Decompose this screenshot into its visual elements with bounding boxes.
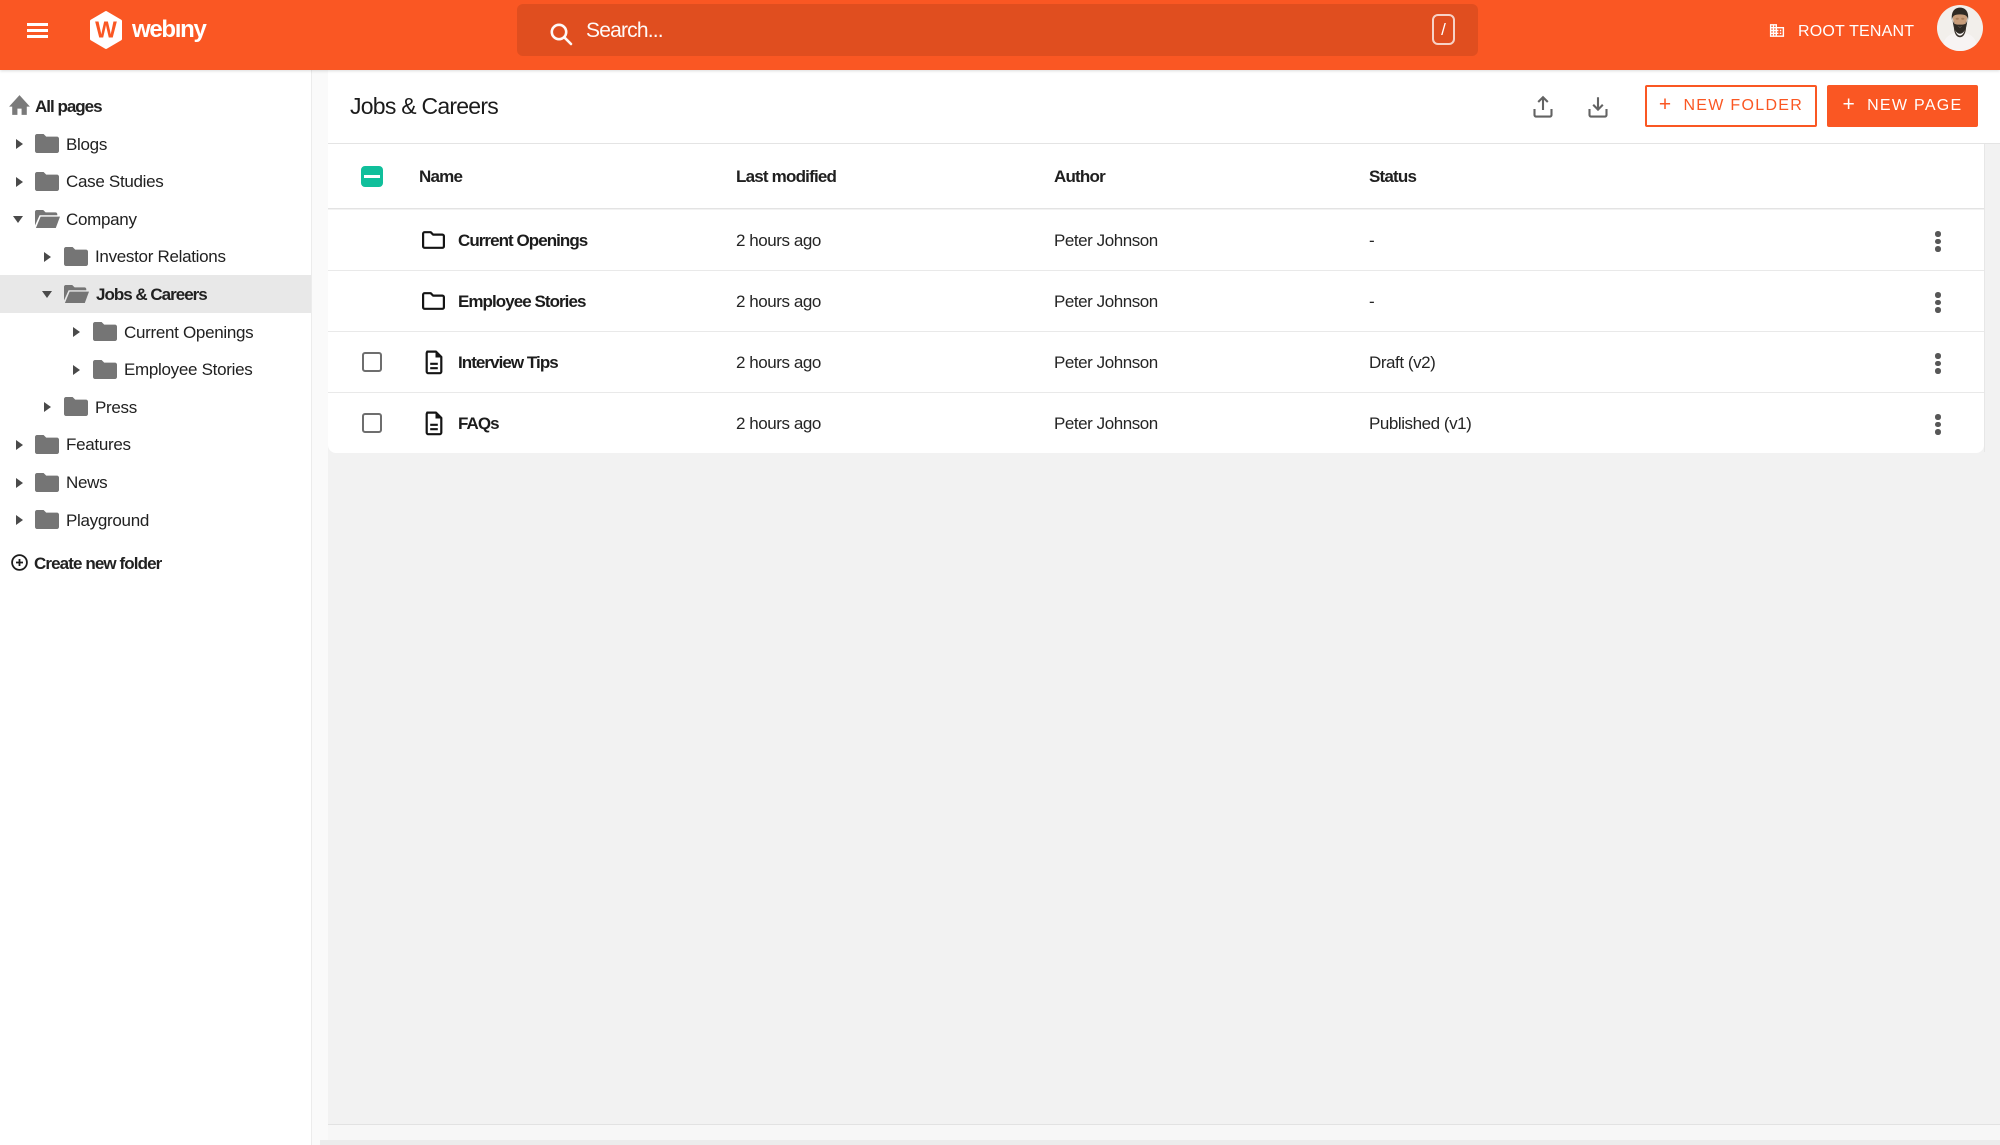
svg-text:W: W [95,17,117,43]
